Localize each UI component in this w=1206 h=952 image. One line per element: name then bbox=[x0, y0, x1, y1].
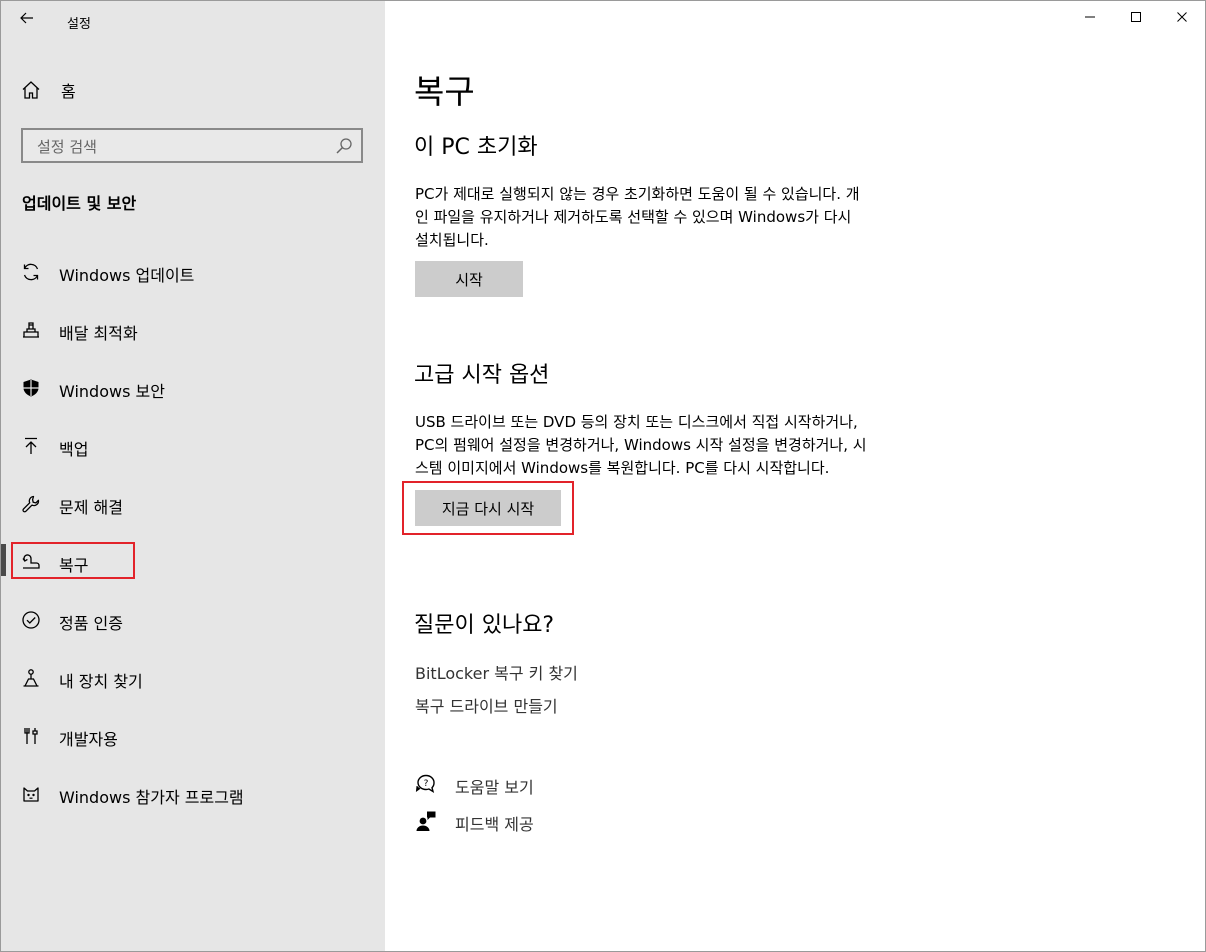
sidebar-item-label: 백업 bbox=[59, 440, 89, 459]
bitlocker-key-link[interactable]: BitLocker 복구 키 찾기 bbox=[415, 660, 578, 684]
help-chat-icon: ? bbox=[415, 774, 435, 794]
back-arrow-icon bbox=[20, 12, 33, 24]
home-label: 홈 bbox=[61, 82, 76, 101]
description-line: 스템 이미지에서 Windows를 복원합니다. PC를 다시 시작합니다. bbox=[415, 459, 830, 477]
recovery-icon bbox=[20, 551, 42, 573]
sidebar-item-label: 문제 해결 bbox=[59, 498, 123, 517]
sidebar-item-developers[interactable]: 개발자용 bbox=[1, 716, 385, 756]
sidebar-item-label: 개발자용 bbox=[59, 730, 118, 749]
description-line: 설치됩니다. bbox=[415, 231, 489, 249]
search-input[interactable] bbox=[35, 134, 329, 160]
delivery-optimization-icon bbox=[20, 319, 42, 341]
page-title: 복구 bbox=[414, 72, 475, 111]
wrench-icon bbox=[20, 493, 42, 515]
svg-text:?: ? bbox=[424, 779, 429, 789]
back-button[interactable] bbox=[9, 3, 45, 33]
reset-start-button[interactable]: 시작 bbox=[415, 261, 523, 297]
sidebar-item-label: Windows 업데이트 bbox=[59, 266, 195, 285]
sidebar-item-activation[interactable]: 정품 인증 bbox=[1, 600, 385, 640]
give-feedback-label: 피드백 제공 bbox=[455, 815, 534, 834]
sidebar-item-label: 복구 bbox=[59, 556, 89, 575]
sidebar-item-backup[interactable]: 백업 bbox=[1, 426, 385, 466]
create-recovery-drive-link[interactable]: 복구 드라이브 만들기 bbox=[415, 693, 558, 717]
check-circle-icon bbox=[20, 609, 42, 631]
maximize-button[interactable] bbox=[1113, 1, 1159, 33]
description-line: PC의 펌웨어 설정을 변경하거나, Windows 시작 설정을 변경하거나,… bbox=[415, 436, 867, 454]
sidebar-item-troubleshoot[interactable]: 문제 해결 bbox=[1, 484, 385, 524]
sidebar-item-label: 배달 최적화 bbox=[59, 324, 138, 343]
find-device-person-icon bbox=[20, 667, 42, 689]
close-button[interactable] bbox=[1159, 1, 1205, 33]
main-content: 복구 이 PC 초기화 PC가 제대로 실행되지 않는 경우 초기화하면 도움이… bbox=[385, 1, 1205, 951]
feedback-icon bbox=[416, 811, 436, 831]
backup-upload-icon bbox=[20, 435, 42, 457]
questions-heading: 질문이 있나요? bbox=[414, 613, 555, 638]
home-icon bbox=[22, 81, 40, 99]
description-line: PC가 제대로 실행되지 않는 경우 초기화하면 도움이 될 수 있습니다. 개 bbox=[415, 185, 860, 203]
sidebar-item-delivery-optimization[interactable]: 배달 최적화 bbox=[1, 310, 385, 350]
maximize-icon bbox=[1131, 12, 1141, 22]
sidebar-item-label: 내 장치 찾기 bbox=[59, 672, 143, 691]
sidebar-item-find-my-device[interactable]: 내 장치 찾기 bbox=[1, 658, 385, 698]
sidebar-item-recovery[interactable]: 복구 bbox=[1, 542, 385, 582]
app-title: 설정 bbox=[67, 17, 91, 32]
advanced-startup-description: USB 드라이브 또는 DVD 등의 장치 또는 디스크에서 직접 시작하거나,… bbox=[415, 411, 955, 480]
sidebar-item-home[interactable]: 홈 bbox=[21, 77, 76, 103]
minimize-button[interactable] bbox=[1067, 1, 1113, 33]
sidebar: 설정 홈 업데이트 및 보안 Windows 업데이트 배달 최적화 bbox=[1, 1, 385, 951]
settings-window: 설정 홈 업데이트 및 보안 Windows 업데이트 배달 최적화 bbox=[0, 0, 1206, 952]
description-line: 인 파일을 유지하거나 제거하도록 선택할 수 있으며 Windows가 다시 bbox=[415, 208, 852, 226]
search-icon bbox=[336, 138, 352, 154]
sidebar-item-windows-insider[interactable]: Windows 참가자 프로그램 bbox=[1, 774, 385, 814]
insider-cat-icon bbox=[20, 783, 42, 805]
description-line: USB 드라이브 또는 DVD 등의 장치 또는 디스크에서 직접 시작하거나, bbox=[415, 413, 858, 431]
restart-now-button[interactable]: 지금 다시 시작 bbox=[415, 490, 561, 526]
get-help-label: 도움말 보기 bbox=[455, 778, 534, 797]
reset-pc-description: PC가 제대로 실행되지 않는 경우 초기화하면 도움이 될 수 있습니다. 개… bbox=[415, 183, 955, 252]
reset-pc-heading: 이 PC 초기화 bbox=[414, 135, 538, 160]
advanced-startup-heading: 고급 시작 옵션 bbox=[414, 363, 550, 388]
shield-icon bbox=[20, 377, 42, 399]
developer-tools-icon bbox=[20, 725, 42, 747]
minimize-icon bbox=[1085, 16, 1095, 18]
section-title: 업데이트 및 보안 bbox=[22, 194, 137, 213]
close-icon bbox=[1177, 12, 1187, 22]
sidebar-item-label: Windows 보안 bbox=[59, 382, 165, 401]
sidebar-item-windows-security[interactable]: Windows 보안 bbox=[1, 368, 385, 408]
search-box[interactable] bbox=[21, 128, 363, 163]
sidebar-item-label: Windows 참가자 프로그램 bbox=[59, 788, 244, 807]
sidebar-item-label: 정품 인증 bbox=[59, 614, 123, 633]
sync-icon bbox=[20, 261, 42, 283]
sidebar-item-windows-update[interactable]: Windows 업데이트 bbox=[1, 252, 385, 292]
